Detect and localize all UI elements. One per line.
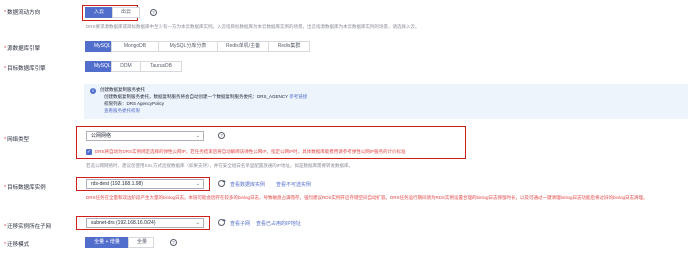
- source-engine-mysql-sharding[interactable]: MySQL分库分表: [158, 41, 218, 52]
- required-mark: *: [4, 66, 7, 72]
- source-engine-mongodb[interactable]: MongoDB: [111, 41, 159, 52]
- migration-mode-label-text: 迁移模式: [7, 242, 30, 248]
- help-icon[interactable]: ?: [218, 132, 225, 139]
- view-occupied-ip-link[interactable]: 查看已占用的IP地址: [256, 220, 301, 227]
- view-unselectable-instances-link[interactable]: 查看不可选实例: [276, 181, 311, 188]
- target-engine-toggle: MySQL DDM TaurusDB: [85, 61, 182, 72]
- eip-checkbox[interactable]: ✓: [86, 149, 92, 155]
- target-engine-ddm[interactable]: DDM: [111, 61, 141, 72]
- network-hint: 若选公网网络时，建议您使用SSL方式连接数据库（如果支持），并在安全组白名单里配…: [86, 163, 354, 168]
- direction-out-button[interactable]: 出云: [112, 7, 141, 18]
- network-type-select[interactable]: 公网网络 ⌄: [86, 131, 204, 141]
- network-label: *网络类型: [4, 135, 29, 143]
- chevron-down-icon: ⌄: [195, 133, 200, 139]
- source-engine-redis-cluster[interactable]: Redis集群: [268, 41, 310, 52]
- source-engine-label-text: 源数据库引擎: [7, 46, 41, 52]
- view-db-instances-link[interactable]: 查看数据库实例: [230, 181, 265, 188]
- direction-in-button[interactable]: 入云: [85, 7, 114, 18]
- target-instance-label: *目标数据库实例: [4, 183, 46, 191]
- mode-full[interactable]: 全量: [128, 237, 154, 248]
- network-type-value: 公网网络: [91, 133, 112, 139]
- migration-mode-toggle: 全量 + 增量 全量: [85, 237, 154, 248]
- chevron-down-icon: ⌄: [195, 220, 200, 226]
- source-engine-label: *源数据库引擎: [4, 44, 40, 52]
- view-subnet-link[interactable]: 查看子网: [230, 220, 250, 227]
- help-icon[interactable]: ?: [150, 9, 157, 16]
- reference-link[interactable]: 参考链接: [289, 94, 307, 99]
- target-instance-label-text: 目标数据库实例: [7, 185, 46, 191]
- required-mark: *: [4, 224, 7, 230]
- required-mark: *: [4, 10, 7, 16]
- chevron-down-icon: ⌄: [195, 181, 200, 187]
- view-agency-permissions-link[interactable]: 查看服务委托权限: [104, 108, 140, 114]
- target-engine-taurusdb[interactable]: TaurusDB: [140, 61, 182, 72]
- subnet-label-text: 迁移实例所在子网: [7, 224, 52, 230]
- eip-checkbox-text: DRS将自动为DRS实例绑定选择的弹性公网IP，若任务结束后将自动解绑该弹性公网…: [95, 149, 406, 154]
- target-engine-label: *目标数据库引擎: [4, 64, 46, 72]
- direction-label-text: 数据流动方向: [7, 10, 41, 16]
- required-mark: *: [4, 242, 7, 248]
- refresh-icon[interactable]: [218, 219, 226, 226]
- required-mark: *: [4, 137, 7, 143]
- target-instance-select[interactable]: rds-dest (192.168.1.98) ⌄: [86, 179, 204, 189]
- refresh-icon[interactable]: [218, 180, 226, 187]
- source-engine-redis-single[interactable]: Redis单机/主备: [217, 41, 269, 52]
- required-mark: *: [4, 46, 7, 52]
- network-label-text: 网络类型: [7, 137, 30, 143]
- required-mark: *: [4, 185, 7, 191]
- subnet-value: subnet-drs (192.168.16.0/24): [91, 220, 156, 226]
- subnet-select[interactable]: subnet-drs (192.168.16.0/24) ⌄: [86, 218, 204, 228]
- info-icon: i: [90, 88, 96, 94]
- migration-mode-label: *迁移模式: [4, 240, 29, 248]
- info-line-2: 权限列表：DRS AgencyPolicy: [104, 101, 165, 106]
- target-engine-label-text: 目标数据库引擎: [7, 66, 46, 72]
- direction-toggle: 入云 出云: [85, 7, 141, 18]
- direction-hint: DRS要求源数据库或目标数据库中至少有一方为本云数据库实例。入云指目标数据库为本…: [86, 24, 420, 29]
- source-engine-toggle: MySQL MongoDB MySQL分库分表 Redis单机/主备 Redis…: [85, 41, 310, 52]
- mode-full-incremental[interactable]: 全量 + 增量: [85, 237, 129, 248]
- target-engine-mysql[interactable]: MySQL: [85, 61, 112, 72]
- target-instance-value: rds-dest (192.168.1.98): [91, 181, 143, 187]
- info-line-1: 创建数据复制服务委托，数据复制服务将会自动创建一个数据复制服务委托：DRS_AG…: [104, 94, 307, 100]
- target-instance-hint: DRS任务在全量和双边阶段产生大量的binlog日志。本链可能会因存在较多的bi…: [86, 195, 648, 200]
- agency-info-box: i 创建数据复制服务委托 创建数据复制服务委托，数据复制服务将会自动创建一个数据…: [84, 84, 688, 119]
- info-title: 创建数据复制服务委托: [100, 87, 145, 92]
- subnet-label: *迁移实例所在子网: [4, 222, 51, 230]
- info-line-1-text: 创建数据复制服务委托，数据复制服务将会自动创建一个数据复制服务委托：DRS_AG…: [104, 94, 288, 99]
- help-icon[interactable]: ?: [170, 239, 177, 246]
- source-engine-mysql[interactable]: MySQL: [85, 41, 112, 52]
- direction-label: *数据流动方向: [4, 8, 40, 16]
